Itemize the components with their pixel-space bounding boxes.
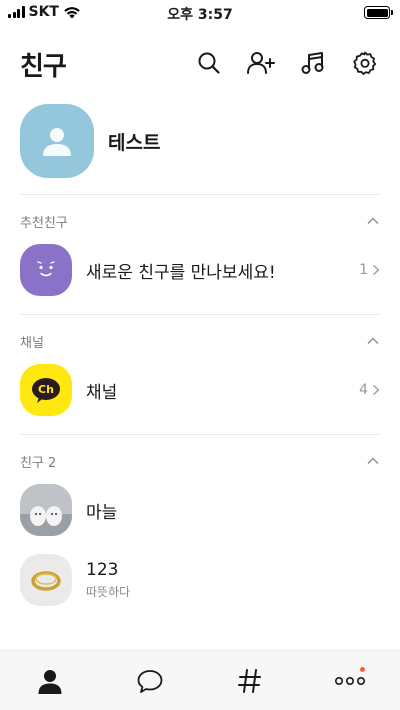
smile-face-icon — [37, 261, 55, 277]
divider — [20, 194, 380, 195]
search-button[interactable] — [194, 48, 224, 78]
friend-avatar — [20, 554, 72, 606]
friend-name: 마늘 — [86, 502, 118, 523]
tab-more[interactable] — [300, 651, 400, 710]
row-count: 4 — [359, 382, 380, 398]
tab-openchat[interactable] — [200, 651, 300, 710]
chevron-up-icon[interactable] — [366, 334, 380, 348]
battery-icon — [364, 6, 393, 19]
svg-text:Ch: Ch — [38, 383, 54, 396]
row-text: 채널 — [86, 378, 359, 403]
person-icon — [38, 669, 62, 694]
section-title: 채널 — [20, 335, 44, 351]
header-actions — [194, 48, 380, 78]
friend-row[interactable]: 123 따뜻하다 — [20, 553, 380, 607]
status-bar: SKT 오후 3:57 — [0, 0, 400, 26]
page-title: 친구 — [20, 52, 67, 82]
chevron-right-icon — [373, 264, 380, 276]
gear-icon — [353, 51, 377, 75]
section-recommended-header[interactable]: 추천친구 — [20, 211, 380, 231]
section-title: 추천친구 — [20, 215, 68, 231]
list-item-channel[interactable]: Ch 채널 4 — [20, 363, 380, 417]
profile-avatar — [20, 104, 94, 178]
my-profile-row[interactable]: 테스트 — [20, 103, 380, 179]
chevron-right-icon — [373, 384, 380, 396]
profile-name: 테스트 — [108, 131, 161, 154]
search-icon — [198, 52, 220, 74]
status-time: 오후 3:57 — [167, 7, 233, 23]
count-value: 4 — [359, 382, 368, 398]
row-count: 1 — [359, 262, 380, 278]
music-icon — [301, 52, 324, 74]
row-label: 채널 — [86, 382, 118, 403]
channel-avatar: Ch — [20, 364, 72, 416]
add-friend-icon — [247, 52, 275, 74]
photo-thumbnail-icon — [20, 554, 72, 606]
header: 친구 — [20, 44, 380, 84]
music-button[interactable] — [298, 48, 328, 78]
divider — [20, 314, 380, 315]
friend-status-message: 따뜻하다 — [86, 585, 131, 599]
settings-button[interactable] — [350, 48, 380, 78]
channel-logo-icon: Ch — [32, 378, 60, 403]
add-friend-button[interactable] — [246, 48, 276, 78]
tab-friends[interactable] — [0, 651, 100, 710]
section-title: 친구 2 — [20, 455, 57, 471]
friend-row[interactable]: 마늘 — [20, 483, 380, 537]
row-text: 새로운 친구를 만나보세요! — [86, 258, 359, 283]
chat-bubble-icon — [137, 669, 163, 693]
more-dots-icon — [334, 676, 365, 685]
notification-dot — [360, 667, 365, 672]
chevron-up-icon[interactable] — [366, 454, 380, 468]
row-text: 123 따뜻하다 — [86, 560, 380, 600]
chevron-up-icon[interactable] — [366, 214, 380, 228]
bottom-tab-bar — [0, 650, 400, 710]
tab-chats[interactable] — [100, 651, 200, 710]
section-channel-header[interactable]: 채널 — [20, 331, 380, 351]
hashtag-icon — [238, 668, 261, 693]
row-label: 새로운 친구를 만나보세요! — [86, 262, 276, 283]
recommend-avatar — [20, 244, 72, 296]
friend-avatar — [20, 484, 72, 536]
count-value: 1 — [359, 262, 368, 278]
section-friends-header[interactable]: 친구 2 — [20, 451, 380, 471]
friend-name: 123 — [86, 560, 119, 580]
list-item-recommend[interactable]: 새로운 친구를 만나보세요! 1 — [20, 243, 380, 297]
divider — [20, 434, 380, 435]
row-text: 마늘 — [86, 498, 380, 523]
default-person-icon — [43, 128, 71, 156]
photo-thumbnail-icon — [20, 484, 72, 536]
